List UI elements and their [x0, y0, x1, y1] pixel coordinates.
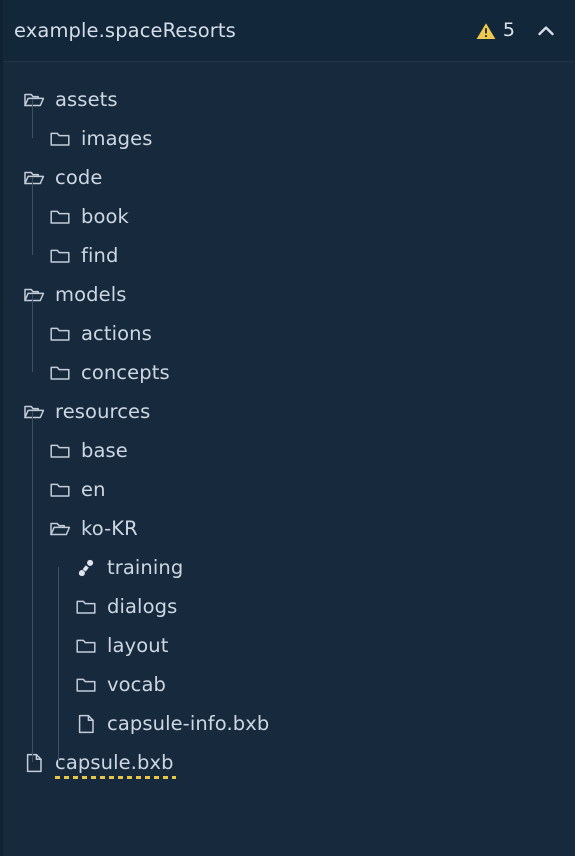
chevron-up-icon[interactable] [533, 18, 559, 44]
tree-item-vocab[interactable]: vocab [0, 665, 575, 704]
tree-item-label: models [55, 282, 127, 306]
folder-icon [48, 205, 72, 229]
file-tree: assets images code book find models actions con… [0, 62, 575, 856]
tree-item-capsule-bxb[interactable]: capsule.bxb [0, 743, 575, 782]
tree-item-code[interactable]: code [0, 158, 575, 197]
tree-item-label: code [55, 165, 103, 189]
tree-item-label: layout [107, 633, 169, 657]
tree-guide-line [32, 99, 33, 138]
folder-icon [48, 439, 72, 463]
header-actions: 5 [473, 18, 559, 44]
file-icon [22, 751, 46, 775]
dumbbell-icon [74, 556, 98, 580]
tree-item-concepts[interactable]: concepts [0, 353, 575, 392]
tree-item-images[interactable]: images [0, 119, 575, 158]
folder-icon [48, 127, 72, 151]
file-icon [74, 712, 98, 736]
folder-open-icon [48, 517, 72, 541]
tree-item-label: vocab [107, 672, 167, 696]
tree-item-label: training [107, 555, 184, 579]
tree-item-label: en [81, 477, 106, 501]
tree-item-dialogs[interactable]: dialogs [0, 587, 575, 626]
page-title: example.spaceResorts [14, 19, 236, 42]
folder-icon [48, 244, 72, 268]
warning-triangle-icon [473, 18, 499, 44]
tree-row-list: assets images code book find models actions con… [0, 80, 575, 782]
tree-item-capsule-info-bxb[interactable]: capsule-info.bxb [0, 704, 575, 743]
tree-item-label: capsule.bxb [55, 750, 176, 779]
folder-icon [74, 595, 98, 619]
tree-item-label: dialogs [107, 594, 178, 618]
tree-item-layout[interactable]: layout [0, 626, 575, 665]
tree-item-label: actions [81, 321, 152, 345]
folder-open-icon [22, 283, 46, 307]
panel-header: example.spaceResorts 5 [0, 0, 575, 62]
folder-open-icon [22, 400, 46, 424]
file-explorer-panel: example.spaceResorts 5 assets images cod… [0, 0, 575, 856]
tree-item-label: capsule-info.bxb [107, 711, 270, 735]
tree-item-models[interactable]: models [0, 275, 575, 314]
folder-icon [48, 478, 72, 502]
tree-guide-line [32, 294, 33, 372]
tree-item-assets[interactable]: assets [0, 80, 575, 119]
tree-item-resources[interactable]: resources [0, 392, 575, 431]
tree-item-book[interactable]: book [0, 197, 575, 236]
tree-item-label: ko-KR [81, 516, 138, 540]
folder-icon [48, 322, 72, 346]
tree-item-ko-kr[interactable]: ko-KR [0, 509, 575, 548]
tree-item-label: assets [55, 87, 118, 111]
tree-item-actions[interactable]: actions [0, 314, 575, 353]
panel-edge-strip [0, 0, 3, 856]
tree-item-label: base [81, 438, 128, 462]
tree-guide-line [32, 411, 33, 762]
tree-item-training[interactable]: training [0, 548, 575, 587]
tree-item-en[interactable]: en [0, 470, 575, 509]
tree-item-label: images [81, 126, 153, 150]
tree-item-label: book [81, 204, 129, 228]
tree-item-label: resources [55, 399, 151, 423]
folder-icon [74, 634, 98, 658]
warning-count: 5 [502, 19, 515, 41]
tree-item-find[interactable]: find [0, 236, 575, 275]
tree-guide-line [58, 567, 59, 762]
tree-item-label: concepts [81, 360, 170, 384]
tree-item-label: find [81, 243, 119, 267]
folder-icon [48, 361, 72, 385]
folder-icon [74, 673, 98, 697]
folder-open-icon [22, 166, 46, 190]
tree-item-base[interactable]: base [0, 431, 575, 470]
folder-open-icon [22, 88, 46, 112]
tree-guide-line [32, 177, 33, 255]
warning-badge[interactable]: 5 [473, 18, 515, 44]
